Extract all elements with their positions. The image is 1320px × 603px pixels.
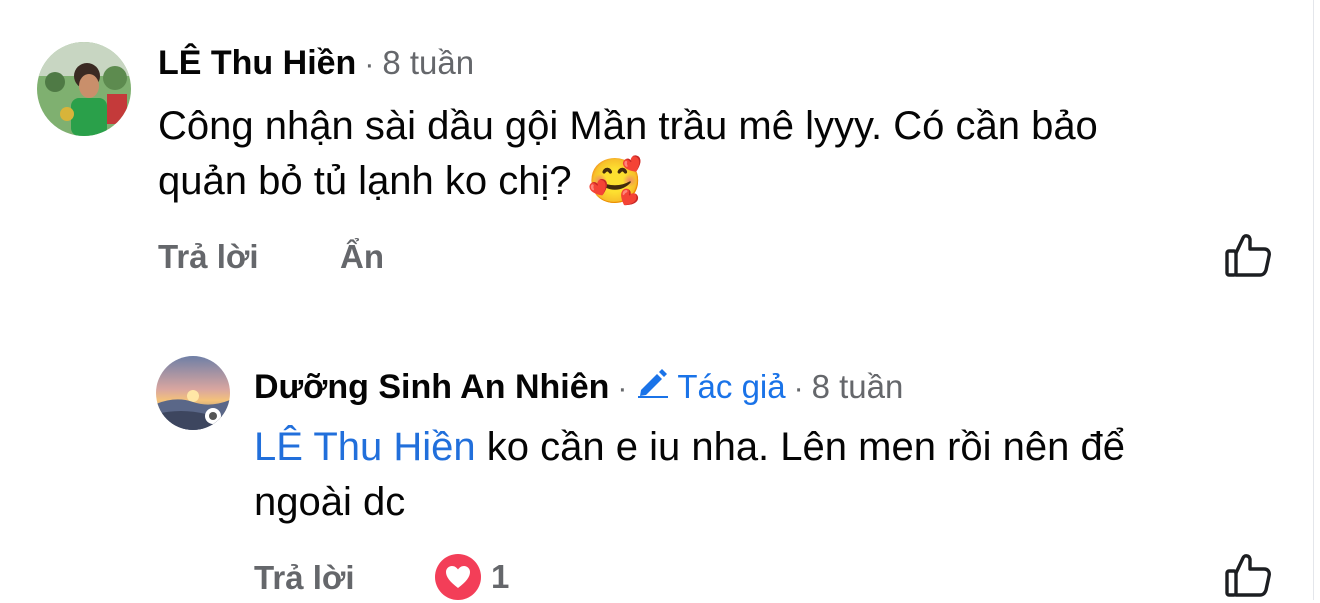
hide-button[interactable]: Ẩn (340, 238, 384, 276)
comment-body-line: Công nhận sài dầu gội Mần trầu mê lyyy. … (158, 104, 1098, 148)
like-icon[interactable] (1224, 552, 1272, 603)
heart-icon (435, 554, 481, 600)
like-icon[interactable] (1224, 232, 1272, 283)
comment-timestamp[interactable]: 8 tuần (382, 44, 474, 82)
reaction-summary[interactable]: 1 (435, 554, 509, 600)
author-badge-label: Tác giả (677, 368, 786, 405)
separator-dot: · (364, 48, 375, 81)
comment-body: Công nhận sài dầu gội Mần trầu mê lyyy. … (158, 99, 1098, 209)
reply-body-line: ko cần e iu nha. Lên men rồi nên để (486, 425, 1125, 469)
reply-author-name[interactable]: Dưỡng Sinh An Nhiên (254, 368, 609, 407)
comment-author-name[interactable]: LÊ Thu Hiền (158, 44, 356, 83)
reply-button[interactable]: Trả lời (254, 559, 355, 597)
reply-button[interactable]: Trả lời (158, 238, 259, 276)
pencil-icon (635, 366, 671, 403)
reaction-count: 1 (491, 558, 510, 595)
smiling-face-with-hearts-emoji: 🥰 (587, 157, 643, 206)
reply-body: LÊ Thu Hiền ko cần e iu nha. Lên men rồi… (254, 420, 1125, 530)
reply-timestamp[interactable]: 8 tuần (812, 368, 904, 406)
right-divider (1313, 0, 1314, 600)
avatar[interactable] (37, 42, 131, 136)
reply-body-line: ngoài dc (254, 480, 406, 524)
avatar[interactable] (156, 356, 230, 430)
mention-link[interactable]: LÊ Thu Hiền (254, 425, 476, 469)
separator-dot: · (793, 372, 804, 405)
separator-dot: · (617, 372, 628, 405)
author-badge: Tác giả (635, 366, 786, 406)
comment-body-line: quản bỏ tủ lạnh ko chị? (158, 159, 572, 203)
